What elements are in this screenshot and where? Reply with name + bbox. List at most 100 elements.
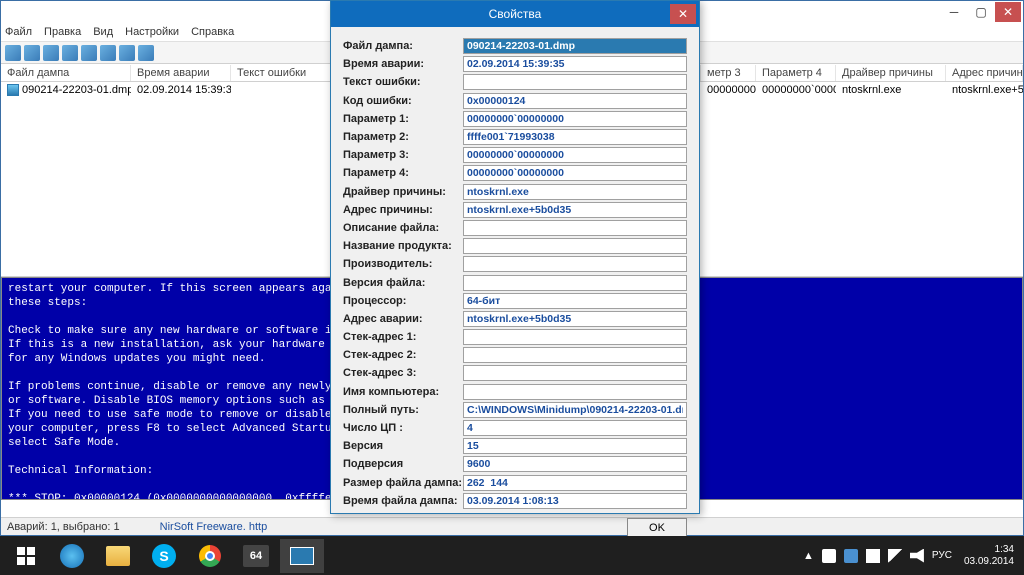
taskbar-bluescreenview[interactable]	[280, 539, 324, 573]
taskbar-chrome-icon[interactable]	[188, 539, 232, 573]
col-crashtime[interactable]: Время аварии	[131, 65, 231, 81]
prop-label: Версия	[343, 440, 463, 452]
prop-label: Версия файла:	[343, 277, 463, 289]
prop-label: Драйвер причины:	[343, 186, 463, 198]
toolbar-icon-7[interactable]	[119, 45, 135, 61]
prop-value-input[interactable]	[463, 147, 687, 163]
tray-language[interactable]: РУС	[932, 550, 952, 561]
prop-value-input[interactable]	[463, 347, 687, 363]
tray-icon-1[interactable]	[822, 549, 836, 563]
taskbar-app-64[interactable]: 64	[234, 539, 278, 573]
prop-row: Файл дампа:	[343, 37, 687, 55]
menu-options[interactable]: Настройки	[125, 26, 179, 38]
tray-chevron-icon[interactable]: ▲	[803, 550, 814, 562]
prop-row: Драйвер причины:	[343, 183, 687, 201]
prop-value-input[interactable]	[463, 184, 687, 200]
prop-label: Название продукта:	[343, 240, 463, 252]
status-count: Аварий: 1, выбрано: 1	[7, 521, 120, 533]
prop-value-input[interactable]	[463, 256, 687, 272]
close-button[interactable]: ✕	[995, 2, 1021, 22]
prop-value-input[interactable]	[463, 38, 687, 54]
prop-row: Имя компьютера:	[343, 383, 687, 401]
prop-value-input[interactable]	[463, 56, 687, 72]
prop-value-input[interactable]	[463, 365, 687, 381]
menu-help[interactable]: Справка	[191, 26, 234, 38]
toolbar-icon-3[interactable]	[43, 45, 59, 61]
prop-value-input[interactable]	[463, 202, 687, 218]
toolbar-icon-8[interactable]	[138, 45, 154, 61]
tray-network-icon[interactable]	[888, 549, 902, 563]
taskbar-clock[interactable]: 1:34 03.09.2014	[964, 544, 1014, 568]
taskbar-ie-icon[interactable]	[50, 539, 94, 573]
prop-value-input[interactable]	[463, 384, 687, 400]
col-driver[interactable]: Драйвер причины	[836, 65, 946, 81]
prop-label: Описание файла:	[343, 222, 463, 234]
prop-label: Текст ошибки:	[343, 76, 463, 88]
prop-value-input[interactable]	[463, 420, 687, 436]
prop-value-input[interactable]	[463, 311, 687, 327]
col-param3[interactable]: метр 3	[701, 65, 756, 81]
clock-time: 1:34	[964, 544, 1014, 556]
prop-value-input[interactable]	[463, 111, 687, 127]
prop-label: Стек-адрес 3:	[343, 367, 463, 379]
minimize-button[interactable]: ─	[941, 2, 967, 22]
prop-value-input[interactable]	[463, 456, 687, 472]
prop-label: Размер файла дампа:	[343, 477, 463, 489]
toolbar-icon-5[interactable]	[81, 45, 97, 61]
prop-value-input[interactable]	[463, 402, 687, 418]
prop-value-input[interactable]	[463, 220, 687, 236]
prop-row: Размер файла дампа:	[343, 474, 687, 492]
toolbar-icon-6[interactable]	[100, 45, 116, 61]
taskbar-explorer-icon[interactable]	[96, 539, 140, 573]
prop-row: Параметр 3:	[343, 146, 687, 164]
toolbar-icon-2[interactable]	[24, 45, 40, 61]
status-link[interactable]: NirSoft Freeware. http	[160, 521, 268, 533]
prop-label: Параметр 3:	[343, 149, 463, 161]
prop-label: Время аварии:	[343, 58, 463, 70]
toolbar-icon-1[interactable]	[5, 45, 21, 61]
dialog-close-button[interactable]: ✕	[670, 4, 696, 24]
prop-value-input[interactable]	[463, 165, 687, 181]
taskbar-skype-icon[interactable]: S	[142, 539, 186, 573]
cell-addr: ntoskrnl.exe+5b0	[946, 83, 1023, 97]
ok-button[interactable]: OK	[627, 518, 687, 538]
tray-icon-2[interactable]	[844, 549, 858, 563]
prop-row: Время файла дампа:	[343, 492, 687, 510]
menu-file[interactable]: Файл	[5, 26, 32, 38]
prop-value-input[interactable]	[463, 438, 687, 454]
prop-value-input[interactable]	[463, 238, 687, 254]
menu-edit[interactable]: Правка	[44, 26, 81, 38]
tray-volume-icon[interactable]	[910, 549, 924, 563]
prop-row: Параметр 4:	[343, 164, 687, 182]
toolbar-icon-4[interactable]	[62, 45, 78, 61]
prop-label: Имя компьютера:	[343, 386, 463, 398]
prop-label: Параметр 1:	[343, 113, 463, 125]
prop-label: Код ошибки:	[343, 95, 463, 107]
prop-label: Стек-адрес 2:	[343, 349, 463, 361]
prop-row: Название продукта:	[343, 237, 687, 255]
prop-value-input[interactable]	[463, 275, 687, 291]
prop-value-input[interactable]	[463, 475, 687, 491]
prop-row: Подверсия	[343, 455, 687, 473]
prop-value-input[interactable]	[463, 93, 687, 109]
col-addr[interactable]: Адрес причины	[946, 65, 1023, 81]
prop-value-input[interactable]	[463, 493, 687, 509]
start-button[interactable]	[4, 539, 48, 573]
prop-value-input[interactable]	[463, 129, 687, 145]
prop-row: Производитель:	[343, 255, 687, 273]
tray-flag-icon[interactable]	[866, 549, 880, 563]
prop-value-input[interactable]	[463, 293, 687, 309]
prop-row: Адрес причины:	[343, 201, 687, 219]
maximize-button[interactable]: ▢	[968, 2, 994, 22]
menu-view[interactable]: Вид	[93, 26, 113, 38]
prop-value-input[interactable]	[463, 74, 687, 90]
dialog-body: Файл дампа: Время аварии: Текст ошибки: Код…	[331, 27, 699, 514]
prop-row: Код ошибки:	[343, 92, 687, 110]
prop-value-input[interactable]	[463, 329, 687, 345]
prop-row: Адрес аварии:	[343, 310, 687, 328]
prop-label: Адрес причины:	[343, 204, 463, 216]
cell-drv: ntoskrnl.exe	[836, 83, 946, 97]
col-param4[interactable]: Параметр 4	[756, 65, 836, 81]
col-dumpfile[interactable]: Файл дампа	[1, 65, 131, 81]
dialog-title: Свойства	[489, 7, 542, 21]
